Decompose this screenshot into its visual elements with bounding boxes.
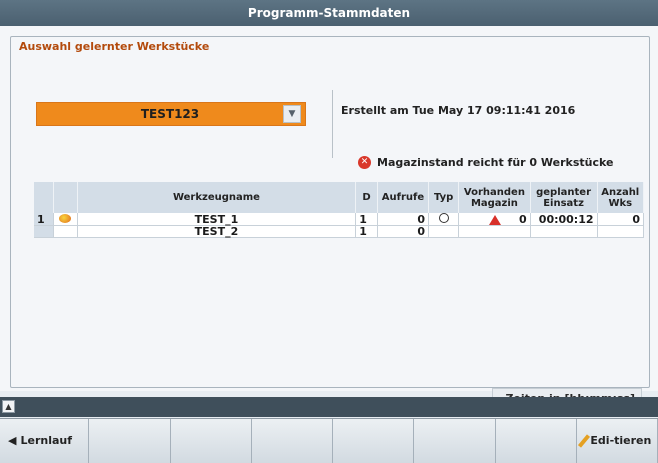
softkey-2[interactable] bbox=[89, 419, 171, 463]
tool-vorhanden-cell: 0 bbox=[458, 212, 531, 226]
tool-aufrufe: 0 bbox=[377, 213, 430, 226]
edit-softkey[interactable]: Edi-tieren bbox=[576, 419, 658, 463]
softkey-4[interactable] bbox=[251, 419, 333, 463]
learn-run-softkey[interactable]: ◀ Lernlauf bbox=[0, 419, 90, 463]
col-name-header[interactable]: Werkzeugname bbox=[77, 182, 357, 213]
window-title: Programm-Stammdaten bbox=[0, 0, 658, 26]
arrow-left-icon: ◀ bbox=[8, 434, 17, 447]
chevron-up-icon[interactable]: ▲ bbox=[2, 400, 15, 413]
softkey-3[interactable] bbox=[170, 419, 252, 463]
row-status-cell bbox=[53, 225, 78, 238]
tool-vorhanden bbox=[458, 225, 531, 238]
tool-vorhanden: 0 bbox=[518, 212, 527, 226]
tool-aufrufe: 0 bbox=[377, 225, 430, 238]
group-title: Auswahl gelernter Werkstücke bbox=[16, 40, 213, 53]
col-index bbox=[34, 182, 54, 213]
col-vorhanden-header[interactable]: Vorhanden Magazin bbox=[458, 182, 531, 213]
col-d-header[interactable]: D bbox=[355, 182, 378, 213]
table-header-row: Werkzeugname D Aufrufe Typ Vorhanden Mag… bbox=[34, 182, 645, 213]
tool-einsatz bbox=[530, 225, 598, 238]
warning-flag-icon bbox=[53, 213, 78, 226]
edit-label: Edi-tieren bbox=[590, 434, 652, 447]
col-typ-header[interactable]: Typ bbox=[428, 182, 460, 213]
col-status bbox=[53, 182, 78, 213]
tool-typ bbox=[428, 225, 460, 238]
tool-d: 1 bbox=[355, 225, 378, 238]
tool-einsatz: 00:00:12 bbox=[530, 213, 598, 226]
tool-anzahl bbox=[597, 225, 645, 238]
magazine-warning-text: Magazinstand reicht für 0 Werkstücke bbox=[377, 156, 614, 169]
chevron-down-icon[interactable]: ▼ bbox=[283, 105, 301, 123]
workpiece-select[interactable]: TEST123 ▼ bbox=[36, 102, 306, 126]
error-icon: ✕ bbox=[358, 156, 371, 169]
row-index: 1 bbox=[34, 213, 54, 226]
tool-table: Werkzeugname D Aufrufe Typ Vorhanden Mag… bbox=[34, 182, 645, 238]
col-aufrufe-header[interactable]: Aufrufe bbox=[377, 182, 430, 213]
vertical-divider bbox=[332, 90, 333, 158]
tool-anzahl: 0 bbox=[597, 213, 645, 226]
col-anzahl-header[interactable]: Anzahl Wks bbox=[597, 182, 645, 213]
created-timestamp: Erstellt am Tue May 17 09:11:41 2016 bbox=[341, 104, 576, 117]
col-einsatz-header[interactable]: geplanter Einsatz bbox=[530, 182, 598, 213]
tool-name: TEST_1 bbox=[77, 213, 357, 226]
main-panel: Auswahl gelernter Werkstücke TEST123 ▼ E… bbox=[0, 26, 658, 410]
softkey-7[interactable] bbox=[495, 419, 577, 463]
workpiece-select-value: TEST123 bbox=[140, 107, 200, 121]
table-row[interactable]: 1 TEST_1 1 0 0 00:00:12 0 bbox=[34, 212, 645, 226]
pencil-icon bbox=[578, 434, 591, 448]
warning-triangle-icon bbox=[488, 214, 501, 225]
softkey-bar: ◀ Lernlauf Edi-tieren bbox=[0, 418, 658, 463]
clock-icon bbox=[428, 213, 460, 226]
tool-d: 1 bbox=[355, 213, 378, 226]
status-bar: ▲ bbox=[0, 397, 658, 417]
softkey-5[interactable] bbox=[333, 419, 415, 463]
learn-run-label: Lernlauf bbox=[20, 434, 73, 447]
table-row[interactable]: TEST_2 1 0 bbox=[34, 225, 645, 238]
magazine-warning: ✕ Magazinstand reicht für 0 Werkstücke bbox=[358, 156, 613, 169]
softkey-6[interactable] bbox=[414, 419, 496, 463]
tool-name: TEST_2 bbox=[77, 225, 357, 238]
row-index bbox=[34, 225, 54, 238]
